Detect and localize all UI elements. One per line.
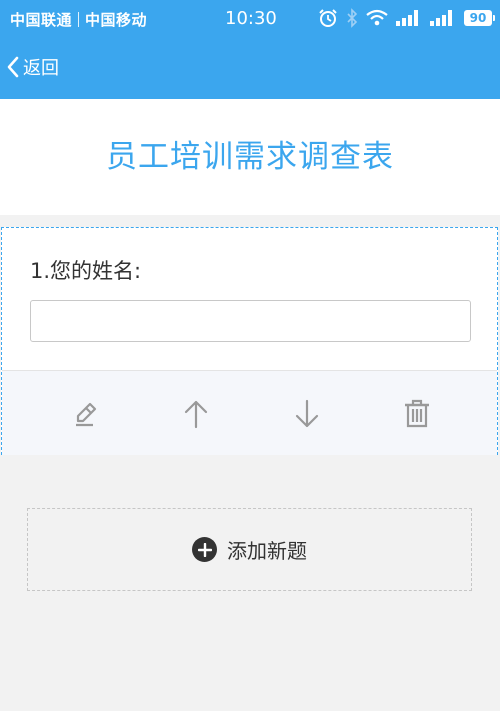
form-title: 员工培训需求调查表 bbox=[106, 138, 394, 175]
edit-icon bbox=[76, 402, 97, 427]
carrier-info: 中国联通 中国移动 bbox=[10, 9, 147, 30]
carrier1-label: 中国联通 bbox=[10, 11, 73, 29]
carrier2-label: 中国移动 bbox=[85, 11, 148, 29]
carrier-separator bbox=[78, 12, 80, 27]
signal-icon bbox=[396, 10, 418, 26]
move-up-icon bbox=[184, 400, 208, 429]
question-toolbar bbox=[2, 370, 497, 455]
move-up-button[interactable] bbox=[179, 397, 213, 431]
add-question-label: 添加新题 bbox=[227, 539, 307, 563]
chevron-left-icon bbox=[7, 56, 19, 78]
edit-button[interactable] bbox=[69, 397, 103, 431]
signal-icon bbox=[430, 10, 452, 26]
alarm-icon bbox=[319, 9, 337, 27]
status-time: 10:30 bbox=[225, 8, 277, 29]
move-down-icon bbox=[295, 399, 319, 428]
status-bar: 中国联通 中国移动 10:30 90 bbox=[0, 0, 500, 36]
bluetooth-icon bbox=[347, 8, 358, 28]
back-button[interactable]: 返回 bbox=[6, 52, 59, 82]
name-input[interactable] bbox=[30, 300, 471, 342]
status-icons: 90 bbox=[318, 8, 495, 28]
move-down-button[interactable] bbox=[290, 397, 324, 431]
wifi-icon bbox=[366, 9, 388, 26]
question-card[interactable]: 1.您的姓名: bbox=[1, 227, 498, 455]
nav-bar: 返回 bbox=[0, 36, 500, 99]
delete-button[interactable] bbox=[400, 397, 434, 431]
question-label: 1.您的姓名: bbox=[30, 259, 142, 283]
form-header: 员工培训需求调查表 bbox=[0, 99, 500, 215]
plus-icon bbox=[192, 537, 217, 562]
delete-icon bbox=[405, 399, 429, 428]
back-label: 返回 bbox=[23, 58, 59, 79]
battery-icon: 90 bbox=[464, 10, 495, 26]
add-question-button[interactable]: 添加新题 bbox=[27, 508, 472, 591]
